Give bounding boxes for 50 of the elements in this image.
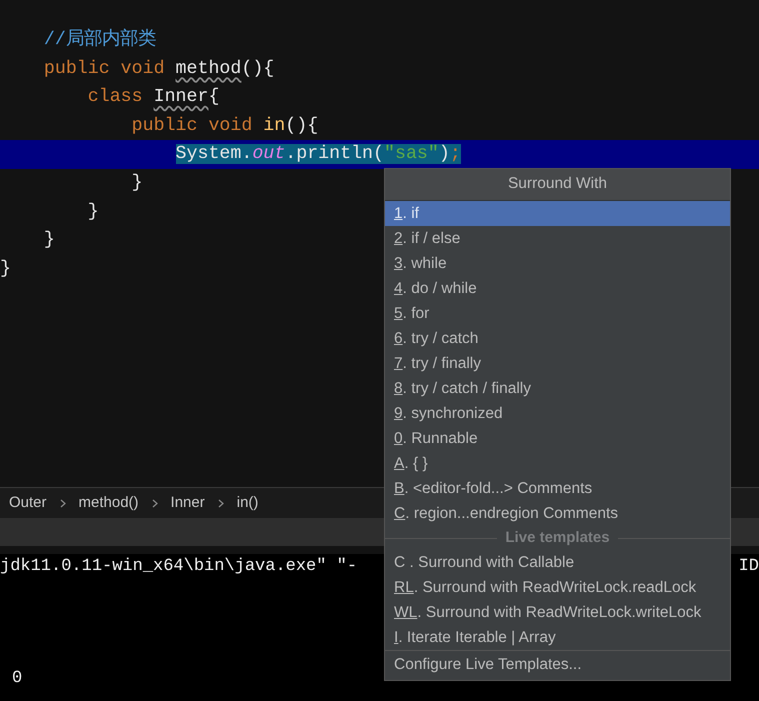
- menu-item[interactable]: 4. do / while: [385, 276, 730, 301]
- breadcrumb-item[interactable]: method(): [74, 492, 143, 514]
- code-token: method: [176, 58, 242, 79]
- code-token: ): [438, 144, 450, 164]
- menu-item[interactable]: 8. try / catch / finally: [385, 376, 730, 401]
- console-text: jdk11.0.11-win_x64\bin\java.exe" "-: [0, 556, 358, 578]
- menu-item[interactable]: 5. for: [385, 301, 730, 326]
- menu-item[interactable]: WL. Surround with ReadWriteLock.writeLock: [385, 600, 730, 625]
- menu-item[interactable]: 3. while: [385, 251, 730, 276]
- code-token: }: [0, 258, 11, 279]
- code-token: (){: [285, 116, 318, 136]
- code-token: "sas": [384, 144, 439, 164]
- section-header: Live templates: [504, 528, 611, 548]
- code-token: public void: [42, 58, 166, 79]
- code-token: }: [42, 230, 55, 250]
- configure-link[interactable]: Configure Live Templates...: [385, 650, 730, 680]
- code-token: }: [130, 172, 143, 193]
- console-text: ID: [738, 556, 759, 578]
- code-token: .println(: [285, 144, 384, 164]
- menu-item[interactable]: 6. try / catch: [385, 326, 730, 351]
- code-token: System.: [176, 144, 252, 164]
- menu-item[interactable]: 0. Runnable: [385, 426, 730, 451]
- breadcrumb-item[interactable]: in(): [232, 492, 262, 514]
- menu-item[interactable]: C. region...endregion Comments: [385, 501, 730, 526]
- code-token: (){: [241, 58, 274, 79]
- chevron-icon: [218, 498, 224, 508]
- code-token: {: [208, 87, 220, 108]
- menu-item[interactable]: 9. synchronized: [385, 401, 730, 426]
- code-token: class: [86, 87, 144, 108]
- console-text: 0: [11, 668, 22, 690]
- code-token: //局部内部类: [42, 30, 156, 50]
- code-token: ;: [450, 144, 461, 164]
- code-token: in: [263, 116, 286, 136]
- menu-item[interactable]: 7. try / finally: [385, 351, 730, 376]
- menu-item[interactable]: B. <editor-fold...> Comments: [385, 476, 730, 501]
- menu-item[interactable]: A. { }: [385, 451, 730, 476]
- code-token: out: [252, 144, 286, 164]
- chevron-icon: [152, 498, 158, 508]
- menu-item[interactable]: 2. if / else: [385, 226, 730, 251]
- menu-item[interactable]: I. Iterate Iterable | Array: [385, 625, 730, 650]
- code-token: public void: [130, 116, 254, 136]
- code-token: }: [86, 202, 99, 222]
- menu-item[interactable]: C . Surround with Callable: [385, 550, 730, 575]
- breadcrumb-item[interactable]: Outer: [5, 492, 51, 514]
- menu-item[interactable]: 1. if: [385, 201, 730, 226]
- menu-item[interactable]: RL. Surround with ReadWriteLock.readLock: [385, 575, 730, 600]
- breadcrumb-item[interactable]: Inner: [166, 492, 209, 514]
- chevron-icon: [60, 498, 66, 508]
- code-token: Inner: [154, 87, 208, 108]
- popup-title: Surround With: [385, 169, 730, 201]
